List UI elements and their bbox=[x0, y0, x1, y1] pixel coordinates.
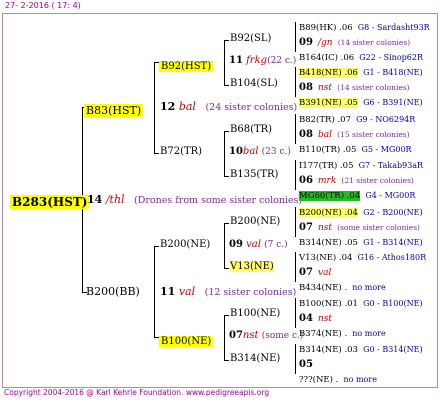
node-b200bb[interactable]: B200(BB) bbox=[86, 286, 140, 297]
g4-block-1-mid: 08 nst (14 sister colonies) bbox=[299, 82, 410, 93]
g4-block-5-bottom: B434(NE) . no more bbox=[299, 277, 386, 293]
g4-block-3-mid: 06 mrk (21 sister colonies) bbox=[299, 175, 414, 186]
root-info: 14 /thl (Drones from some sister colonie… bbox=[87, 193, 303, 206]
node-b314ne[interactable]: B314(NE) bbox=[230, 354, 280, 364]
g4-parent-link[interactable]: G16 - Athos180R bbox=[358, 253, 427, 262]
g4-drone-parent[interactable]: B434(NE) . bbox=[299, 283, 347, 293]
g4-block-3-bottom: MG60(TR) .04 G4 - MG00R bbox=[299, 185, 415, 201]
g4-drone-parent[interactable]: B110(TR) .05 bbox=[299, 145, 356, 155]
g4-block-7-top: B314(NE) .03 G0 - B314(NE) bbox=[299, 339, 423, 355]
g4-parent-link[interactable]: G8 - Sardasht93R bbox=[358, 23, 430, 32]
node-b100ne-g3[interactable]: B100(NE) bbox=[230, 309, 280, 319]
g4-block-1-bottom: B391(NE) .05 G6 - B391(NE) bbox=[299, 92, 423, 108]
node-b92hst[interactable]: B92(HST) bbox=[159, 56, 214, 72]
node-b100ne-info: 07nst (some c.) bbox=[229, 330, 304, 341]
node-b72tr-info: 10bal (23 c.) bbox=[229, 146, 291, 157]
g4-parent-link[interactable]: G0 - B314(NE) bbox=[363, 345, 423, 354]
g4-parent-link[interactable]: G7 - Takab93aR bbox=[359, 161, 423, 170]
root-node[interactable]: B283(HST) bbox=[10, 193, 90, 209]
g4-parent-link[interactable]: G1 - B418(NE) bbox=[363, 68, 423, 77]
g4-block-7-mid: 05 bbox=[299, 359, 313, 370]
node-b200ne[interactable]: B200(NE) bbox=[160, 240, 210, 250]
g4-block-7-bottom: ???(NE) . no more bbox=[299, 369, 377, 385]
g4-drone-parent[interactable]: MG60(TR) .04 bbox=[299, 191, 361, 201]
node-b200ne-g3[interactable]: B200(NE) bbox=[230, 217, 280, 227]
node-b104sl[interactable]: B104(SL) bbox=[230, 79, 278, 89]
node-v13ne[interactable]: V13(NE) bbox=[230, 261, 274, 272]
g4-drone-parent[interactable]: B391(NE) .05 bbox=[299, 98, 358, 108]
g4-drone-parent[interactable]: ???(NE) . bbox=[299, 375, 338, 385]
g4-block-6-mid: 04 nst bbox=[299, 313, 333, 324]
timestamp: 27- 2-2016 ( 17: 4) bbox=[5, 1, 81, 10]
g4-parent-link[interactable]: G2 - B200(NE) bbox=[363, 208, 423, 217]
g4-block-0-top: B89(HK) .06 G8 - Sardasht93R bbox=[299, 17, 430, 33]
root-code: B283(HST) bbox=[10, 195, 90, 209]
node-b92hst-info: 11 frkg(22 c.) bbox=[229, 55, 297, 66]
g4-block-5-mid: 07 val bbox=[299, 267, 332, 278]
node-b135tr[interactable]: B135(TR) bbox=[230, 170, 278, 180]
node-b200ne-info: 09 val (7 c.) bbox=[229, 239, 288, 250]
g4-parent-link[interactable]: G9 - NO6294R bbox=[356, 115, 415, 124]
g4-drone-link[interactable]: no more bbox=[343, 375, 376, 384]
g4-drone-link[interactable]: G6 - B391(NE) bbox=[363, 98, 423, 107]
g4-block-5-top: V13(NE) .04 G16 - Athos180R bbox=[299, 247, 426, 263]
node-b72tr[interactable]: B72(TR) bbox=[160, 147, 202, 157]
node-b200bb-info: 11 val (12 sister colonies) bbox=[160, 285, 297, 298]
copyright-footer: Copyright 2004-2016 @ Karl Kehrle Founda… bbox=[4, 388, 270, 397]
g4-block-6-bottom: B374(NE) . no more bbox=[299, 323, 386, 339]
g4-drone-link[interactable]: G4 - MG00R bbox=[365, 191, 415, 200]
g4-drone-link[interactable]: G1 - B314(NE) bbox=[363, 238, 423, 247]
g4-block-2-mid: 08 bal (15 sister colonies) bbox=[299, 129, 410, 140]
node-b68tr[interactable]: B68(TR) bbox=[230, 125, 272, 135]
g4-drone-parent[interactable]: B374(NE) . bbox=[299, 329, 347, 339]
g4-drone-link[interactable]: G5 - MG00R bbox=[362, 145, 412, 154]
g4-block-4-bottom: B314(NE) .05 G1 - B314(NE) bbox=[299, 232, 423, 248]
node-b83hst-info: 12 bal (24 sister colonies) bbox=[160, 100, 298, 113]
node-b92sl[interactable]: B92(SL) bbox=[230, 34, 271, 44]
node-b83hst[interactable]: B83(HST) bbox=[84, 101, 144, 117]
g4-drone-link[interactable]: G22 - Sinop62R bbox=[359, 53, 423, 62]
node-b100ne[interactable]: B100(NE) bbox=[159, 331, 214, 347]
g4-parent-link[interactable]: G0 - B100(NE) bbox=[363, 299, 423, 308]
